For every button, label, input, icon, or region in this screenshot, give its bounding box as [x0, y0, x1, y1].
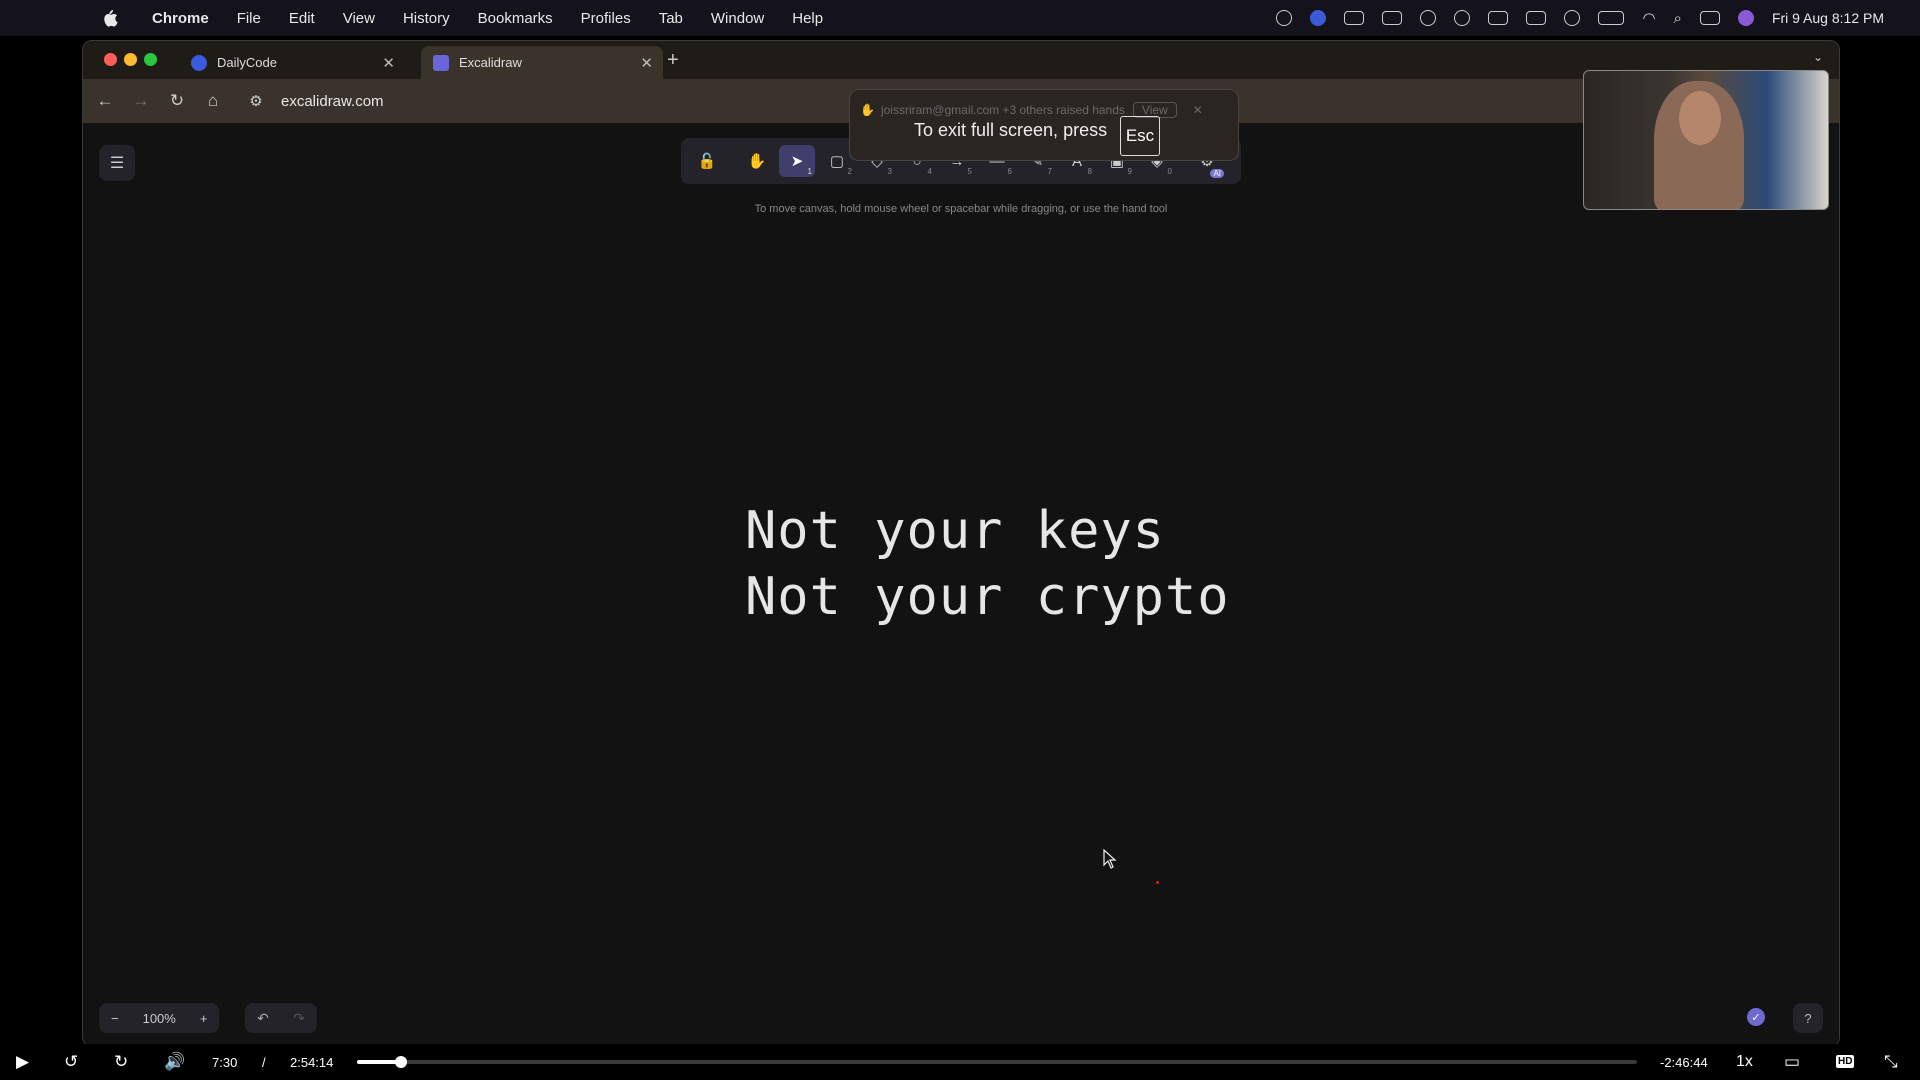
tool-hand-icon[interactable]: ✋ — [739, 145, 775, 177]
canvas-text-line: Not your keys — [745, 501, 1165, 561]
close-tab-icon[interactable]: ✕ — [640, 54, 653, 72]
redo-icon[interactable]: ↷ — [293, 1010, 305, 1027]
excalidraw-favicon-icon — [433, 54, 449, 71]
tool-lock-icon[interactable]: 🔓 — [689, 145, 725, 177]
seek-handle[interactable] — [395, 1056, 408, 1068]
zoom-controls: − 100% + — [99, 1003, 220, 1033]
raised-hands-notification: ✋ joissriram@gmail.com +3 others raised … — [860, 99, 1228, 121]
menubar-clock[interactable]: Fri 9 Aug 8:12 PM — [1772, 10, 1884, 26]
play-status-icon[interactable] — [1564, 10, 1581, 26]
keyboard-status-icon[interactable] — [1488, 11, 1509, 25]
cloud-status-icon[interactable] — [1382, 11, 1403, 25]
rocket-status-icon[interactable] — [1526, 11, 1547, 25]
notes-status-icon[interactable] — [1344, 11, 1365, 25]
saved-check-icon: ✓ — [1747, 1008, 1765, 1026]
playback-speed[interactable]: 1x — [1736, 1053, 1753, 1071]
time-separator: / — [262, 1055, 266, 1070]
forward-arrow-icon[interactable]: → — [123, 91, 159, 111]
spotlight-search-icon[interactable]: ⌕ — [1674, 10, 1682, 27]
laser-dot — [1156, 881, 1159, 884]
menu-file[interactable]: File — [237, 10, 261, 27]
canvas-hint: To move canvas, hold mouse wheel or spac… — [754, 203, 1168, 215]
fullscreen-message: To exit full screen, press — [914, 120, 1108, 140]
close-tab-icon[interactable]: ✕ — [382, 54, 395, 72]
menu-bar: Chrome File Edit View History Bookmarks … — [0, 0, 1920, 36]
hd-badge[interactable]: HD — [1836, 1055, 1855, 1068]
menu-app-name[interactable]: Chrome — [152, 10, 209, 27]
home-icon[interactable]: ⌂ — [195, 91, 231, 111]
webcam-overlay — [1583, 70, 1829, 210]
menu-help[interactable]: Help — [792, 10, 823, 27]
close-window-button[interactable] — [104, 53, 117, 66]
browser-window: DailyCode ✕ Excalidraw ✕ + ⌄ ← → ↻ ⌂ ⚙ e… — [82, 40, 1840, 1047]
presenter-face — [1679, 91, 1721, 145]
raised-hand-icon: ✋ — [860, 103, 875, 117]
tool-selection-icon[interactable]: ➤ 1 — [779, 145, 815, 177]
tab-strip: DailyCode ✕ Excalidraw ✕ + ⌄ — [83, 41, 1839, 79]
seek-bar[interactable] — [357, 1056, 1637, 1068]
menu-history[interactable]: History — [403, 10, 450, 27]
canvas-text-line: Not your crypto — [745, 567, 1230, 627]
tab-title: Excalidraw — [459, 55, 522, 70]
forward-icon[interactable]: ↻ — [114, 1051, 128, 1073]
tab-dailycode[interactable]: DailyCode ✕ — [179, 46, 405, 79]
canvas-text-element[interactable]: Not your keys Not your crypto — [745, 498, 1230, 630]
zoom-level[interactable]: 100% — [131, 1011, 188, 1026]
fullscreen-exit-popup: ✋ joissriram@gmail.com +3 others raised … — [849, 89, 1239, 161]
picture-in-picture-icon[interactable]: ▭ — [1784, 1051, 1800, 1073]
back-arrow-icon[interactable]: ← — [87, 91, 123, 111]
exit-fullscreen-icon[interactable]: ⤡ — [1884, 1051, 1898, 1073]
tab-title: DailyCode — [217, 55, 277, 70]
menu-tab[interactable]: Tab — [659, 10, 683, 27]
duration: 2:54:14 — [290, 1055, 334, 1070]
menu-window[interactable]: Window — [711, 10, 764, 27]
volume-icon[interactable]: 🔊 — [164, 1051, 185, 1073]
undo-redo-controls: ↶ ↷ — [245, 1003, 317, 1033]
undo-icon[interactable]: ↶ — [257, 1010, 269, 1027]
camera-status-icon[interactable] — [1276, 10, 1293, 26]
tab-search-chevron-icon[interactable]: ⌄ — [1807, 50, 1829, 70]
help-button[interactable]: ? — [1793, 1003, 1823, 1033]
dailycode-favicon-icon — [191, 54, 207, 71]
menu-view[interactable]: View — [343, 10, 375, 27]
zoom-out-button[interactable]: − — [99, 1011, 131, 1026]
siri-icon[interactable] — [1737, 10, 1754, 26]
excalidraw-canvas[interactable]: ☰ 🔓 ✋ ➤ 1 ▢ 2 ◇ 3 ○ 4 → 5—6 ✎ 7 A 8 ▣ 9 ◈ 0 ⚙ AI To move canv… — [83, 123, 1839, 1046]
zoom-status-icon[interactable] — [1310, 10, 1327, 26]
control-center-icon[interactable] — [1699, 11, 1720, 25]
esc-key-badge: Esc — [1120, 116, 1160, 156]
status-area: ◠ ⌕ Fri 9 Aug 8:12 PM — [1276, 0, 1884, 36]
notification-text: joissriram@gmail.com +3 others raised ha… — [880, 103, 1125, 117]
menu-edit[interactable]: Edit — [289, 10, 315, 27]
site-settings-icon[interactable]: ⚙ — [245, 92, 267, 110]
address-url[interactable]: excalidraw.com — [281, 93, 384, 110]
wifi-icon[interactable]: ◠ — [1642, 9, 1655, 27]
globe-status-icon[interactable] — [1454, 10, 1471, 26]
video-player-controls: ▶ ↺ ↻ 🔊 7:30 / 2:54:14 -2:46:44 1x ▭ HD … — [0, 1044, 1920, 1080]
maximize-window-button[interactable] — [144, 53, 157, 66]
record-status-icon[interactable] — [1420, 10, 1437, 26]
reload-icon[interactable]: ↻ — [159, 91, 195, 111]
minimize-window-button[interactable] — [124, 53, 137, 66]
apple-icon[interactable] — [102, 9, 118, 27]
zoom-in-button[interactable]: + — [188, 1011, 220, 1026]
main-menu-button[interactable]: ☰ — [99, 145, 135, 181]
new-tab-button[interactable]: + — [667, 49, 679, 72]
battery-icon[interactable] — [1598, 11, 1625, 25]
remaining-time: -2:46:44 — [1660, 1055, 1708, 1070]
menu-bookmarks[interactable]: Bookmarks — [478, 10, 553, 27]
rewind-icon[interactable]: ↺ — [64, 1051, 78, 1073]
menu-profiles[interactable]: Profiles — [581, 10, 631, 27]
notification-close-icon[interactable]: ✕ — [1193, 103, 1203, 117]
current-time: 7:30 — [212, 1055, 238, 1070]
play-icon[interactable]: ▶ — [16, 1051, 29, 1073]
tab-excalidraw[interactable]: Excalidraw ✕ — [421, 46, 663, 79]
